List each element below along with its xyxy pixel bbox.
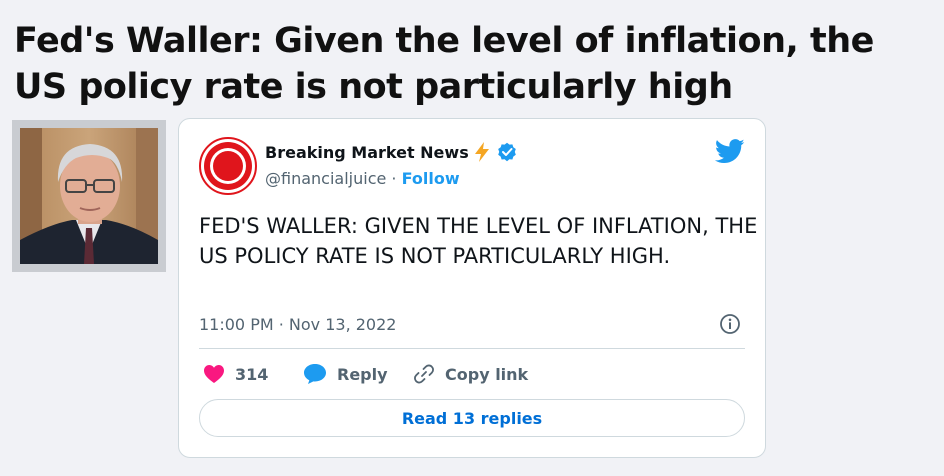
tweet-timestamp[interactable]: 11:00 PM · Nov 13, 2022 — [199, 315, 396, 334]
embedded-tweet[interactable]: Breaking Market News @financialjuice · F… — [178, 118, 766, 458]
verified-badge-icon — [498, 142, 516, 162]
speaker-photo — [20, 128, 158, 264]
like-button[interactable]: 314 — [203, 361, 268, 387]
follow-link[interactable]: Follow — [402, 169, 460, 188]
actions-divider — [199, 348, 745, 349]
link-icon — [414, 364, 434, 384]
reply-label: Reply — [337, 364, 388, 384]
speech-bubble-icon — [304, 364, 326, 384]
copy-link-label: Copy link — [445, 364, 529, 384]
tweet-text: FED'S WALLER: GIVEN THE LEVEL OF INFLATI… — [199, 214, 758, 268]
author-name[interactable]: Breaking Market News — [265, 143, 469, 162]
handle-separator: · — [386, 169, 402, 188]
article-headline: Fed's Waller: Given the level of inflati… — [14, 21, 874, 107]
like-count: 314 — [235, 364, 269, 384]
lightning-bolt-icon — [475, 142, 489, 162]
speaker-photo-frame — [12, 120, 166, 272]
copy-link-button[interactable]: Copy link — [413, 361, 528, 387]
info-icon[interactable] — [719, 313, 741, 335]
author-avatar[interactable] — [199, 137, 257, 195]
heart-icon — [204, 365, 224, 383]
read-replies-button[interactable]: Read 13 replies — [199, 399, 745, 437]
author-handle[interactable]: @financialjuice — [265, 169, 386, 188]
reply-button[interactable]: Reply — [303, 361, 388, 387]
author-handle-row: @financialjuice · Follow — [265, 169, 460, 188]
twitter-bird-icon[interactable] — [715, 139, 745, 164]
